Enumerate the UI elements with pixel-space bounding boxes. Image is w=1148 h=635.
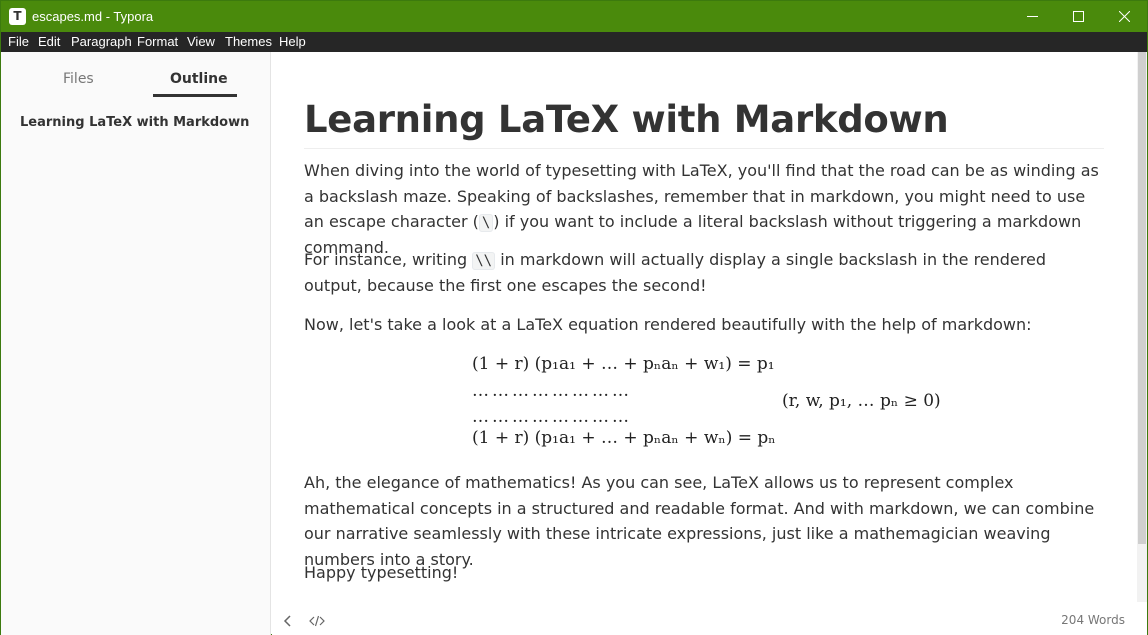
math-block[interactable]: (1 + r) (p₁a₁ + … + pₙaₙ + w₁) = p₁ ……………: [472, 348, 952, 460]
maximize-button[interactable]: [1055, 1, 1101, 32]
minimize-icon: [1026, 16, 1038, 17]
math-condition: (r, w, p₁, … pₙ ≥ 0): [782, 391, 941, 411]
math-line-dots-2: ……………………: [472, 407, 632, 427]
menu-themes[interactable]: Themes: [225, 34, 272, 50]
paragraph-text: For instance, writing: [304, 250, 473, 269]
maximize-icon: [1072, 11, 1084, 22]
menu-edit[interactable]: Edit: [38, 34, 60, 50]
close-button[interactable]: [1101, 1, 1147, 32]
math-line-n: (1 + r) (p₁a₁ + … + pₙaₙ + wₙ) = pₙ: [472, 428, 776, 448]
active-tab-indicator: [153, 94, 237, 97]
math-line-1: (1 + r) (p₁a₁ + … + pₙaₙ + w₁) = p₁: [472, 354, 775, 374]
menu-format[interactable]: Format: [137, 34, 178, 50]
inline-code: \: [478, 214, 494, 232]
word-count[interactable]: 204 Words: [1061, 612, 1125, 628]
paragraph-instance[interactable]: For instance, writing \\ in markdown wil…: [304, 247, 1104, 298]
menu-help[interactable]: Help: [279, 34, 306, 50]
typora-window: T escapes.md - Typora File Edit Paragrap…: [0, 0, 1148, 635]
outline-item[interactable]: Learning LaTeX with Markdown: [20, 114, 249, 132]
toggle-sidebar-button[interactable]: [282, 613, 294, 632]
inline-code: \\: [472, 252, 496, 270]
scrollbar-thumb[interactable]: [1138, 52, 1146, 544]
paragraph-closing[interactable]: Happy typesetting!: [304, 560, 1104, 586]
scrollbar-track[interactable]: [1137, 52, 1147, 602]
close-icon: [1118, 11, 1130, 22]
status-bar: 204 Words: [272, 606, 1137, 634]
sidebar: Files Outline Learning LaTeX with Markdo…: [1, 52, 271, 635]
paragraph-elegance[interactable]: Ah, the elegance of mathematics! As you …: [304, 470, 1104, 572]
menu-bar: File Edit Paragraph Format View Themes H…: [1, 32, 1147, 52]
math-line-dots-1: ……………………: [472, 381, 632, 401]
paragraph-intro[interactable]: When diving into the world of typesettin…: [304, 158, 1104, 260]
window-title: escapes.md - Typora: [32, 9, 154, 24]
code-icon: [309, 615, 325, 627]
menu-paragraph[interactable]: Paragraph: [71, 34, 132, 50]
menu-view[interactable]: View: [187, 34, 215, 50]
typora-app-icon: T: [9, 8, 26, 25]
minimize-button[interactable]: [1009, 1, 1055, 32]
document-heading[interactable]: Learning LaTeX with Markdown: [304, 96, 1104, 149]
source-mode-button[interactable]: [309, 613, 325, 632]
title-bar[interactable]: T escapes.md - Typora: [1, 1, 1147, 32]
menu-file[interactable]: File: [8, 34, 29, 50]
paragraph-equation-intro[interactable]: Now, let's take a look at a LaTeX equati…: [304, 312, 1104, 338]
tab-outline[interactable]: Outline: [170, 70, 228, 88]
chevron-left-icon: [283, 615, 291, 627]
editor-area[interactable]: Learning LaTeX with Markdown When diving…: [272, 52, 1147, 635]
tab-files[interactable]: Files: [63, 70, 94, 88]
